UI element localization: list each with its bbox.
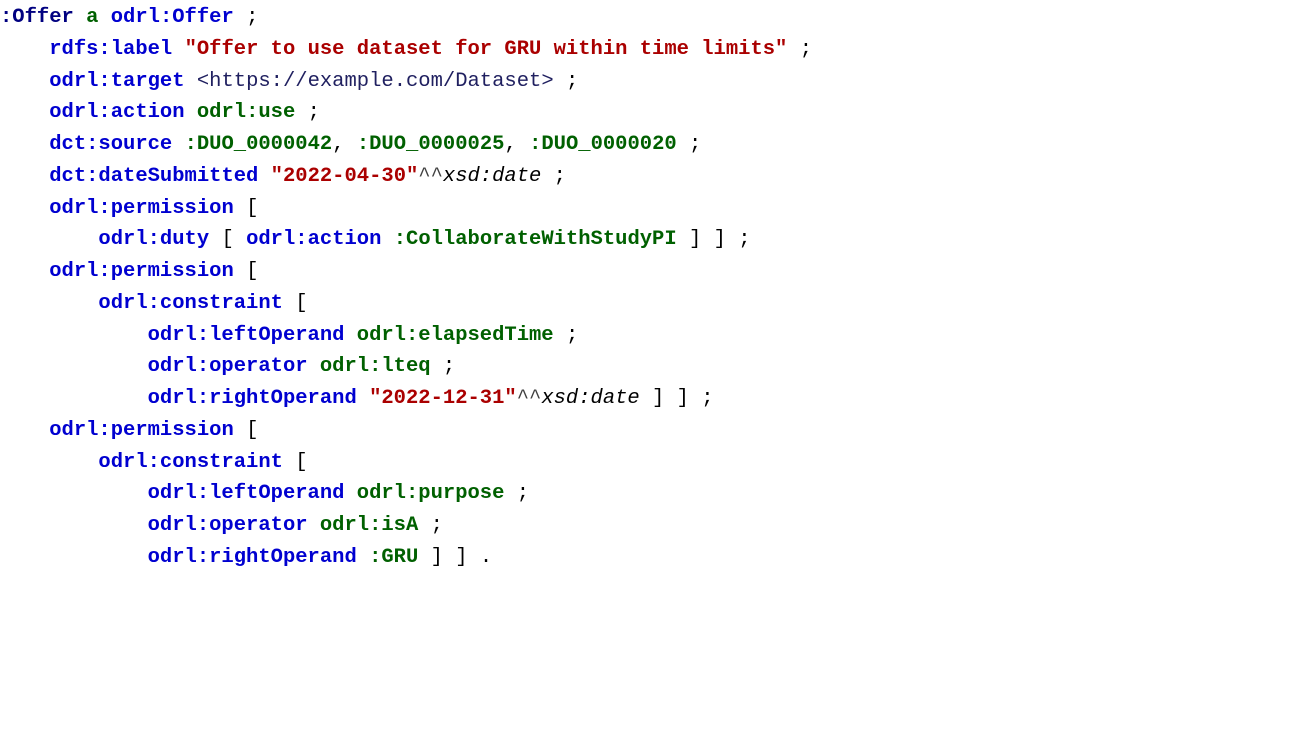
string: "2022-12-31" [369,387,517,410]
object: :CollaborateWithStudyPI [394,228,677,251]
line: odrl:target <https://example.com/Dataset… [49,70,578,93]
line: :Offer a odrl:Offer ; [0,6,258,29]
datatype-caret: ^^ [418,165,443,188]
line: odrl:action odrl:use ; [49,101,320,124]
object: odrl:isA [320,514,418,537]
object: :DUO_0000025 [357,133,505,156]
punct: ; [566,70,578,93]
line: odrl:permission [ [49,197,258,220]
line: odrl:leftOperand odrl:elapsedTime ; [148,324,579,347]
predicate: odrl:permission [49,419,234,442]
object: odrl:purpose [357,482,505,505]
punct: , [504,133,516,156]
predicate: odrl:action [246,228,381,251]
predicate: odrl:duty [98,228,209,251]
predicate: odrl:leftOperand [148,324,345,347]
line: dct:dateSubmitted "2022-04-30"^^xsd:date… [49,165,566,188]
punct: ; [689,133,701,156]
object: odrl:lteq [320,355,431,378]
line: odrl:operator odrl:lteq ; [148,355,456,378]
predicate: dct:dateSubmitted [49,165,258,188]
line: odrl:constraint [ [98,451,307,474]
punct: ; [800,38,812,61]
line: dct:source :DUO_0000042, :DUO_0000025, :… [49,133,701,156]
object: :GRU [369,546,418,569]
uri: <https://example.com/Dataset> [197,70,554,93]
object: odrl:use [197,101,295,124]
predicate: dct:source [49,133,172,156]
predicate: odrl:operator [148,355,308,378]
punct: [ [295,292,307,315]
class: odrl:Offer [111,6,234,29]
object: :DUO_0000042 [185,133,333,156]
predicate: odrl:permission [49,197,234,220]
punct: ; [246,6,258,29]
predicate: odrl:constraint [98,292,283,315]
punct: [ [246,419,258,442]
punct: [ [295,451,307,474]
predicate: odrl:operator [148,514,308,537]
line: rdfs:label "Offer to use dataset for GRU… [49,38,812,61]
predicate: odrl:target [49,70,184,93]
datatype: xsd:date [541,387,639,410]
line: odrl:permission [ [49,419,258,442]
predicate: odrl:permission [49,260,234,283]
predicate: rdfs:label [49,38,172,61]
line: odrl:permission [ [49,260,258,283]
line: odrl:constraint [ [98,292,307,315]
punct: ; [431,514,443,537]
line: odrl:rightOperand :GRU ] ] . [148,546,493,569]
keyword-a: a [86,6,98,29]
line: odrl:operator odrl:isA ; [148,514,443,537]
punct: , [332,133,344,156]
punct: [ [246,197,258,220]
predicate: odrl:constraint [98,451,283,474]
subject: :Offer [0,6,74,29]
predicate: odrl:rightOperand [148,387,357,410]
predicate: odrl:rightOperand [148,546,357,569]
punct: ; [443,355,455,378]
code-block: :Offer a odrl:Offer ; rdfs:label "Offer … [0,0,1300,574]
punct: ; [566,324,578,347]
punct: ] ] ; [652,387,714,410]
punct: ; [308,101,320,124]
object: odrl:elapsedTime [357,324,554,347]
punct: ; [517,482,529,505]
predicate: odrl:action [49,101,184,124]
line: odrl:duty [ odrl:action :CollaborateWith… [98,228,750,251]
object: :DUO_0000020 [529,133,677,156]
datatype-caret: ^^ [517,387,542,410]
punct: [ [246,260,258,283]
line: odrl:rightOperand "2022-12-31"^^xsd:date… [148,387,714,410]
punct: [ [221,228,233,251]
predicate: odrl:leftOperand [148,482,345,505]
line: odrl:leftOperand odrl:purpose ; [148,482,529,505]
punct: ] ] ; [689,228,751,251]
datatype: xsd:date [443,165,541,188]
punct: ] ] . [431,546,493,569]
punct: ; [554,165,566,188]
string: "2022-04-30" [271,165,419,188]
string: "Offer to use dataset for GRU within tim… [185,38,788,61]
